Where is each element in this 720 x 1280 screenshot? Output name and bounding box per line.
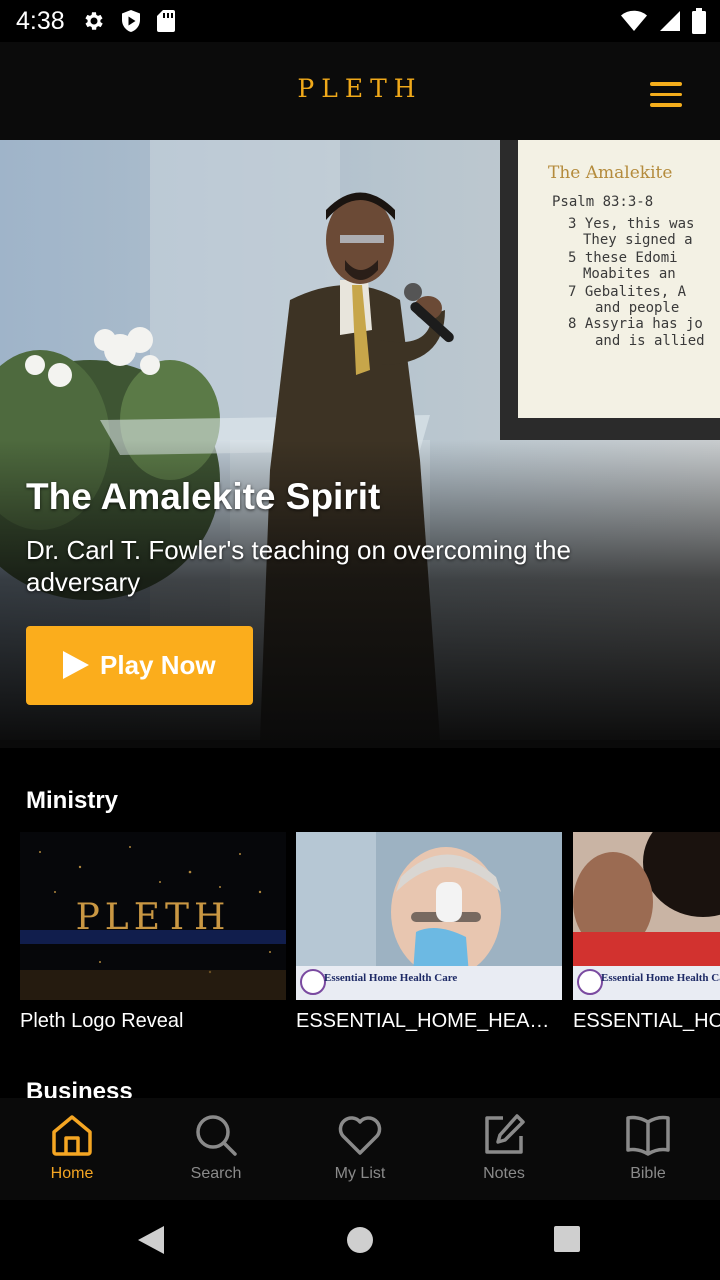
slide-line: Moabites an [583,266,676,282]
edit-icon [485,1114,525,1154]
video-title: ESSENTIAL_HO [573,1010,720,1032]
nav-bible[interactable]: Bible [588,1112,708,1183]
slide-line: Psalm 83:3-8 [552,194,653,210]
menu-button[interactable] [650,82,686,110]
nav-home-label: Home [50,1165,94,1182]
recents-icon[interactable] [553,1225,581,1253]
system-navigation-bar [0,1200,720,1280]
heart-logo-icon [300,969,326,995]
gear-icon [85,12,103,30]
status-icons-left [82,9,176,33]
nav-my-list-label: My List [334,1165,386,1182]
nav-search-label: Search [190,1165,242,1182]
video-thumbnail: Essential Home Health Care [573,832,720,1000]
signal-icon [660,11,680,31]
ministry-carousel[interactable]: PLETH Pleth Logo Reveal Essential Home H… [20,832,720,1042]
status-bar: 4:38 [0,0,720,42]
slide-line: 5 these Edomi [568,250,678,266]
hero-banner[interactable]: The Amalekite Psalm 83:3-8 3 Yes, this w… [0,140,720,748]
video-title: Pleth Logo Reveal [20,1010,184,1032]
nav-notes-label: Notes [483,1165,525,1182]
book-icon [626,1115,670,1156]
play-now-button[interactable]: Play Now [26,626,253,705]
status-icons-right [620,8,706,34]
slide-line: 7 Gebalites, A [568,284,687,300]
home-icon [52,1115,92,1156]
sponsor-banner: Essential Home Health Care [296,966,562,1000]
video-thumbnail: PLETH [20,832,286,1000]
video-title: ESSENTIAL_HOME_HEALT... [296,1010,558,1032]
svg-text:PLETH: PLETH [76,897,231,938]
nav-search[interactable]: Search [156,1112,276,1183]
bottom-navigation: Home Search My List Notes Bible [0,1098,720,1200]
search-icon [196,1115,237,1156]
video-card[interactable]: Essential Home Health Care ESSENTIAL_HOM… [296,832,562,1033]
play-icon [63,651,89,679]
battery-icon [692,8,706,34]
status-time: 4:38 [16,7,65,35]
brand-logo[interactable]: PLETH [0,74,720,103]
slide-line: and people [595,300,679,316]
svg-text:The Amalekite: The Amalekite [548,163,672,183]
play-now-label: Play Now [100,650,216,680]
hero-title: The Amalekite Spirit [26,476,381,517]
video-card[interactable]: Essential Home Health Care ESSENTIAL_HO [573,832,720,1033]
slide-line: 3 Yes, this was [568,216,694,232]
heart-logo-icon [577,969,603,995]
wifi-icon [621,10,647,31]
nav-bible-label: Bible [630,1165,666,1182]
nav-home[interactable]: Home [12,1112,132,1183]
slide-line: 8 Assyria has jo [568,316,703,332]
app-header: PLETH [0,42,720,140]
menu-icon [650,82,682,86]
sd-card-icon [157,10,175,32]
section-title-ministry: Ministry [26,787,119,814]
nav-notes[interactable]: Notes [444,1112,564,1183]
hero-subtitle: Dr. Carl T. Fowler's teaching on overcom… [26,535,571,597]
video-card[interactable]: PLETH Pleth Logo Reveal [20,832,286,1033]
video-thumbnail: Essential Home Health Care [296,832,562,1000]
sponsor-banner: Essential Home Health Care [573,966,720,1000]
heart-icon [338,1116,382,1155]
slide-line: and is allied [595,333,705,349]
nav-my-list[interactable]: My List [300,1112,420,1183]
shield-play-icon [122,10,140,32]
slide-line: They signed a [583,232,693,248]
back-icon[interactable] [136,1224,166,1256]
home-circle-icon[interactable] [346,1226,374,1254]
